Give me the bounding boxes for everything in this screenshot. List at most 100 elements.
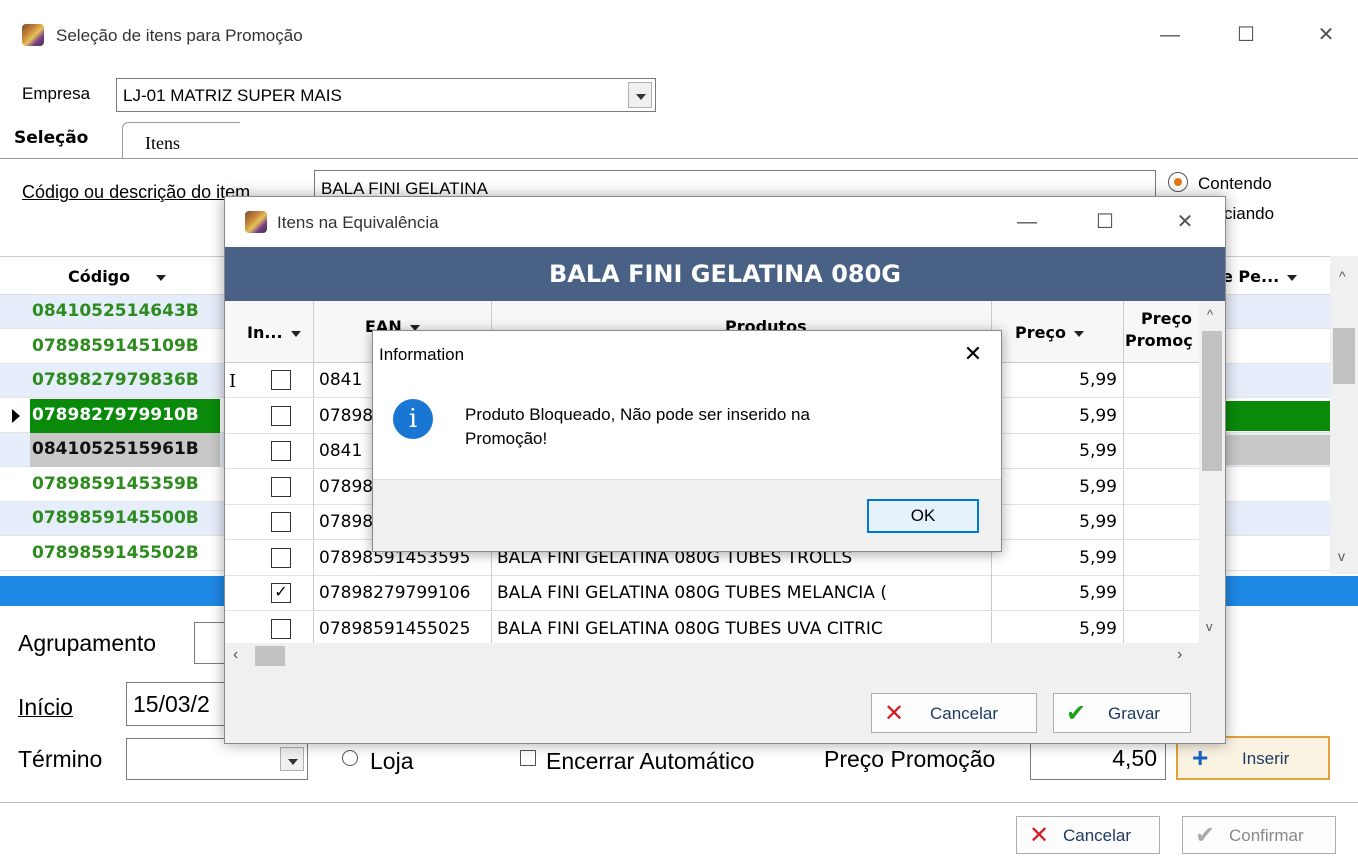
row-checkbox[interactable]: ✓ bbox=[271, 583, 291, 603]
col-divider bbox=[1123, 398, 1124, 434]
termino-combo[interactable] bbox=[126, 738, 308, 780]
row-checkbox[interactable] bbox=[271, 370, 291, 390]
grid-code-cell: 0789859145109B bbox=[32, 335, 199, 356]
close-button[interactable]: ✕ bbox=[1306, 22, 1346, 48]
scroll-up-icon[interactable]: ^ bbox=[1339, 268, 1346, 284]
scroll-down-icon[interactable]: v bbox=[1206, 619, 1213, 634]
col-divider bbox=[991, 576, 992, 611]
grid-scrollbar[interactable]: ^ v bbox=[1330, 256, 1358, 574]
col-divider bbox=[313, 505, 314, 540]
row-checkbox[interactable] bbox=[271, 405, 291, 426]
loja-label: Loja bbox=[370, 748, 414, 774]
grid-header-codigo[interactable]: Código bbox=[68, 267, 167, 286]
col-divider bbox=[313, 363, 314, 398]
codigo-label: Código ou descrição do item bbox=[22, 182, 251, 202]
app-icon bbox=[22, 24, 44, 46]
encerrar-checkbox[interactable] bbox=[520, 750, 536, 766]
ok-button[interactable]: OK bbox=[867, 499, 979, 533]
chevron-down-icon[interactable] bbox=[628, 82, 652, 108]
produto-cell: BALA FINI GELATINA 080G TUBES UVA CITRIC bbox=[497, 618, 883, 639]
row-checkbox[interactable] bbox=[271, 547, 291, 568]
col-in[interactable]: In... bbox=[247, 323, 301, 342]
info-message-line1: Produto Bloqueado, Não pode ser inserido… bbox=[465, 405, 810, 424]
equiv-gravar-button[interactable]: ✔ Gravar bbox=[1053, 693, 1191, 733]
main-cancelar-button[interactable]: ✕ Cancelar bbox=[1016, 816, 1160, 854]
tab-divider bbox=[0, 158, 1358, 159]
x-icon: ✕ bbox=[884, 700, 905, 727]
col-divider bbox=[313, 540, 314, 576]
info-icon: i bbox=[393, 399, 433, 439]
tab-itens[interactable]: Itens bbox=[122, 122, 240, 158]
row-checkbox[interactable] bbox=[271, 441, 291, 461]
main-confirmar-label: Confirmar bbox=[1229, 826, 1304, 845]
info-message-line2: Promoção! bbox=[465, 429, 548, 448]
ean-cell: 07898279799106 bbox=[319, 583, 471, 603]
col-divider bbox=[1123, 540, 1124, 576]
x-icon: ✕ bbox=[1029, 822, 1050, 849]
row-checkbox[interactable] bbox=[271, 618, 291, 639]
minimize-button[interactable]: — bbox=[1150, 22, 1190, 48]
col-divider bbox=[1123, 576, 1124, 611]
scroll-down-icon[interactable]: v bbox=[1338, 548, 1345, 564]
current-row-indicator-icon bbox=[12, 408, 20, 423]
col-preco[interactable]: Preço bbox=[1015, 323, 1084, 342]
equiv-cancelar-button[interactable]: ✕ Cancelar bbox=[871, 693, 1037, 733]
equiv-maximize-button[interactable]: ☐ bbox=[1085, 209, 1125, 235]
col-divider bbox=[491, 576, 492, 611]
preco-cell: 5,99 bbox=[1079, 583, 1117, 603]
produto-cell: BALA FINI GELATINA 080G TUBES MELANCIA ( bbox=[497, 583, 887, 603]
equiv-gravar-label: Gravar bbox=[1108, 704, 1160, 723]
grid-code-cell: 0789859145359B bbox=[32, 473, 199, 494]
equiv-cancelar-label: Cancelar bbox=[930, 704, 999, 723]
equiv-header-text: BALA FINI GELATINA 080G bbox=[549, 260, 901, 288]
chevron-down-icon[interactable] bbox=[280, 747, 304, 771]
maximize-button[interactable]: ☐ bbox=[1226, 22, 1266, 48]
inicio-input[interactable]: 15/03/2 bbox=[126, 682, 236, 726]
radio-contendo[interactable] bbox=[1168, 172, 1188, 192]
col-divider bbox=[313, 398, 314, 434]
loja-radio[interactable] bbox=[342, 750, 358, 766]
scroll-up-icon[interactable]: ^ bbox=[1207, 307, 1213, 322]
text-cursor-icon: I bbox=[229, 371, 237, 392]
scroll-thumb[interactable] bbox=[1333, 328, 1355, 384]
scroll-left-icon[interactable]: ‹ bbox=[233, 646, 238, 664]
equiv-hscroll-thumb[interactable] bbox=[255, 646, 285, 666]
inicio-value: 15/03/2 bbox=[133, 691, 210, 717]
row-checkbox[interactable] bbox=[271, 476, 291, 497]
empresa-combo[interactable]: LJ-01 MATRIZ SUPER MAIS bbox=[116, 78, 656, 112]
equiv-close-button[interactable]: ✕ bbox=[1165, 209, 1205, 235]
table-row[interactable]: 07898591455025 BALA FINI GELATINA 080G TU… bbox=[225, 611, 1199, 643]
agrupamento-label: Agrupamento bbox=[18, 630, 157, 656]
col-divider bbox=[991, 611, 992, 643]
inserir-button-label: Inserir bbox=[1242, 749, 1290, 768]
equiv-vscroll[interactable]: ^ v bbox=[1199, 301, 1225, 643]
grid-header-right[interactable]: e Pe... bbox=[1222, 267, 1298, 286]
equiv-hscroll[interactable]: ‹ › bbox=[225, 643, 1199, 669]
col-promo-top[interactable]: Preço bbox=[1141, 309, 1192, 328]
scroll-right-icon[interactable]: › bbox=[1177, 646, 1182, 664]
col-divider bbox=[313, 611, 314, 643]
radio-contendo-label: Contendo bbox=[1198, 174, 1272, 193]
footer-divider bbox=[0, 802, 1358, 803]
info-dialog: Information ✕ i Produto Bloqueado, Não p… bbox=[372, 330, 1002, 552]
row-checkbox[interactable] bbox=[271, 512, 291, 532]
tab-selecao[interactable]: Seleção bbox=[14, 128, 88, 148]
col-divider bbox=[1123, 363, 1124, 398]
main-confirmar-button[interactable]: ✔ Confirmar bbox=[1182, 816, 1336, 854]
preco-cell: 5,99 bbox=[1079, 370, 1117, 390]
preco-promocao-label: Preço Promoção bbox=[824, 746, 996, 772]
grid-code-cell: 0841052514643B bbox=[32, 301, 199, 321]
ean-cell: 07898591455025 bbox=[319, 618, 471, 639]
preco-promocao-value: 4,50 bbox=[1112, 745, 1157, 771]
encerrar-label: Encerrar Automático bbox=[546, 748, 755, 774]
selected-row-highlight bbox=[1226, 400, 1330, 431]
info-dialog-close-button[interactable]: ✕ bbox=[953, 339, 993, 369]
main-window-title: Seleção de itens para Promoção bbox=[56, 26, 303, 45]
table-row[interactable]: ✓ 07898279799106 BALA FINI GELATINA 080G T… bbox=[225, 576, 1199, 611]
preco-cell: 5,99 bbox=[1079, 618, 1117, 639]
col-divider bbox=[1123, 611, 1124, 643]
plus-icon: + bbox=[1192, 742, 1209, 773]
col-divider bbox=[1123, 469, 1124, 505]
equiv-vscroll-thumb[interactable] bbox=[1202, 331, 1222, 471]
equiv-minimize-button[interactable]: — bbox=[1007, 209, 1047, 235]
